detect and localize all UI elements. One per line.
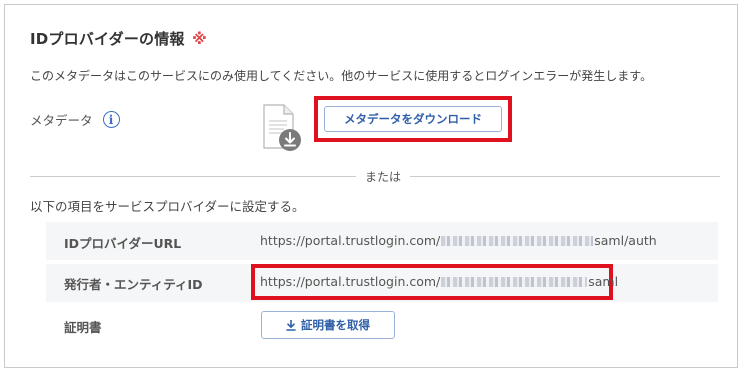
section-title-text: IDプロバイダーの情報 [30,30,185,48]
required-mark: ※ [192,30,207,48]
metadata-usage-notice: このメタデータはこのサービスにのみ使用してください。他のサービスに使用するとログ… [30,69,653,83]
divider-right [410,176,720,177]
redacted-segment [441,276,588,287]
divider-or-text: または [364,170,401,184]
issuer-prefix: https://portal.trustlogin.com/ [260,274,441,289]
idp-url-prefix: https://portal.trustlogin.com/ [260,233,441,248]
manual-settings-intro: 以下の項目をサービスプロバイダーに設定する。 [30,199,305,214]
redacted-segment [441,235,594,246]
document-download-icon [263,104,301,151]
certificate-label: 証明書 [64,320,102,335]
issuer-value: https://portal.trustlogin.com/ saml [260,274,618,289]
get-certificate-button[interactable]: 証明書を取得 [261,311,395,339]
metadata-label: メタデータ [30,113,93,128]
download-metadata-button[interactable]: メタデータをダウンロード [324,106,502,132]
issuer-label: 発行者・エンティティID [64,277,203,292]
download-highlight: メタデータをダウンロード [314,96,512,142]
divider-left [30,176,356,177]
info-icon[interactable]: i [102,111,120,128]
idp-url-label: IDプロバイダーURL [64,236,182,251]
metadata-row-label: メタデータ i [30,110,120,129]
idp-url-suffix: saml/auth [594,233,657,248]
section-title: IDプロバイダーの情報 ※ [30,28,207,49]
download-icon [286,319,296,331]
get-certificate-label: 証明書を取得 [301,320,370,332]
idp-url-value: https://portal.trustlogin.com/ saml/auth [260,233,657,248]
issuer-suffix: saml [588,274,619,289]
